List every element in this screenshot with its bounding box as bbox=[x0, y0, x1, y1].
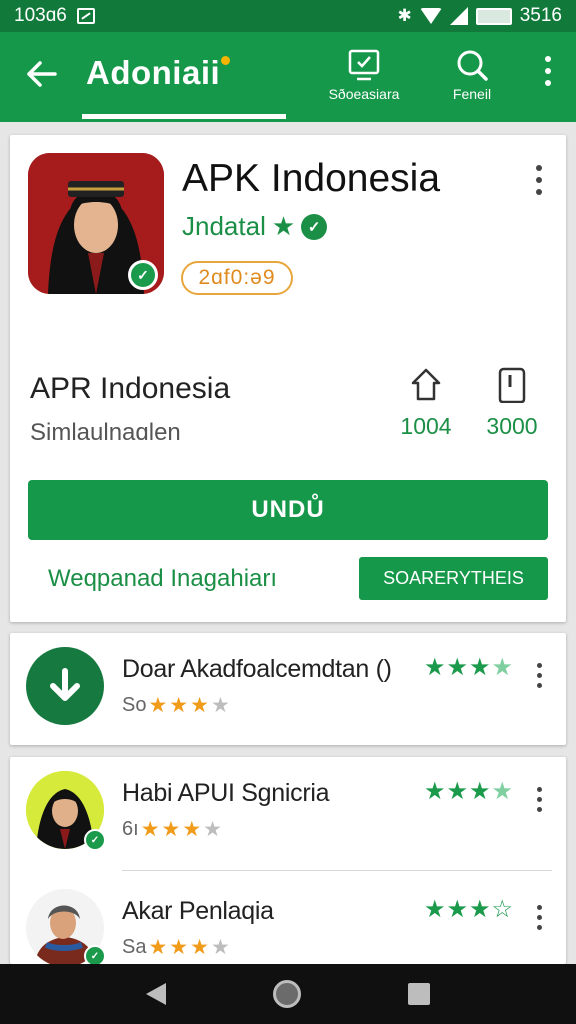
nav-back-icon[interactable] bbox=[145, 983, 166, 1005]
list-item-subtitle: So ★ ★ ★ ★ bbox=[122, 694, 230, 717]
list-item-title: Doar Akadfoalcemdtan () bbox=[122, 655, 392, 683]
star-icon: ★ bbox=[140, 818, 160, 841]
list-item-sub-text: 6ı bbox=[122, 818, 139, 840]
bluetooth-icon: ✱ bbox=[397, 6, 412, 25]
list-item-menu-button[interactable] bbox=[537, 905, 542, 930]
app-bar-title: Adoniaii bbox=[86, 54, 231, 92]
tab-indicator bbox=[82, 114, 286, 119]
list-item-subtitle: 6ı ★ ★ ★ ★ bbox=[122, 818, 222, 841]
secondary-button[interactable]: SOARERYTHEIS bbox=[359, 557, 548, 600]
search-icon bbox=[457, 50, 488, 81]
app-bar-title-text: Adoniaii bbox=[86, 54, 221, 91]
verified-badge-icon: ✓ bbox=[128, 260, 158, 290]
notification-dot bbox=[221, 56, 231, 65]
editors-choice-star-icon: ★ bbox=[271, 211, 296, 241]
status-bar: 103ɑ6 ✱ 3516 bbox=[0, 0, 576, 32]
suggestion-icon bbox=[348, 49, 380, 81]
star-icon: ★ bbox=[424, 654, 446, 681]
verified-developer-icon: ✓ bbox=[301, 213, 328, 240]
developer-row[interactable]: Jndatal ★ ✓ bbox=[182, 211, 328, 242]
install-button[interactable]: UNDŮ bbox=[28, 480, 548, 540]
search-button[interactable]: Feneil bbox=[440, 48, 504, 102]
system-nav-bar bbox=[0, 964, 576, 1024]
app-bar: Adoniaii Sðoeasiara Feneil bbox=[0, 32, 576, 122]
rating-stars: ★ ★ ★ ☆ bbox=[424, 896, 514, 923]
list-item-menu-button[interactable] bbox=[537, 787, 542, 812]
more-vert-icon bbox=[536, 165, 542, 171]
star-icon: ★ bbox=[148, 936, 168, 959]
more-vert-icon bbox=[537, 663, 542, 668]
more-vert-icon bbox=[537, 905, 542, 910]
stat-size: 3000 bbox=[480, 367, 544, 440]
signal-icon bbox=[449, 7, 468, 25]
screenshot-icon bbox=[76, 8, 95, 24]
more-vert-icon bbox=[545, 56, 551, 62]
search-label: Feneil bbox=[452, 86, 492, 102]
verified-badge-icon: ✓ bbox=[84, 945, 106, 964]
rating-stars: ★ ★ ★ ★ bbox=[424, 778, 514, 805]
battery-icon bbox=[475, 7, 512, 25]
nav-recents-icon[interactable] bbox=[408, 983, 431, 1005]
overflow-menu-button[interactable] bbox=[542, 56, 554, 86]
developer-name: Jndatal bbox=[182, 211, 266, 241]
list-item-subtitle: Sa ★ ★ ★ ★ bbox=[122, 936, 230, 959]
rating-pill: 2ɑf0:ə9 bbox=[181, 261, 293, 295]
list-item[interactable]: ✓ Habi APUI Sgnicria 6ı ★ ★ ★ ★ ★ ★ ★ ★ bbox=[10, 757, 566, 862]
wifi-icon bbox=[419, 8, 442, 24]
more-vert-icon bbox=[537, 787, 542, 792]
more-info-link[interactable]: Weqpanad Inagahiarı bbox=[48, 565, 277, 593]
rating-stars: ★ ★ ★ ★ bbox=[424, 654, 514, 681]
app-card-menu-button[interactable] bbox=[536, 165, 542, 195]
suggestion-button[interactable]: Sðoeasiara bbox=[322, 48, 406, 102]
star-icon: ★ bbox=[424, 778, 446, 805]
divider bbox=[122, 870, 552, 871]
verified-badge-icon: ✓ bbox=[84, 829, 106, 851]
download-size-icon bbox=[498, 367, 526, 403]
app-title: APK Indonesia bbox=[182, 157, 441, 200]
stat-size-value: 3000 bbox=[486, 413, 538, 439]
star-icon: ★ bbox=[148, 694, 168, 717]
list-item[interactable]: ✓ Akar Penlaqia Sa ★ ★ ★ ★ ★ ★ ★ ☆ bbox=[10, 875, 566, 964]
list-item-sub-text: Sa bbox=[122, 936, 147, 958]
list-item-title: Habi APUI Sgnicria bbox=[122, 779, 330, 807]
app-icon: ✓ bbox=[28, 153, 164, 294]
stat-rating: 1004 bbox=[394, 367, 458, 440]
status-battery-text: 3516 bbox=[519, 5, 562, 26]
app-category: Simlaulnaɑlen bbox=[30, 419, 181, 446]
app-detail-card: ✓ APK Indonesia Jndatal ★ ✓ 2ɑf0:ə9 APR … bbox=[10, 135, 566, 622]
recommendation-card: ✓ Habi APUI Sgnicria 6ı ★ ★ ★ ★ ★ ★ ★ ★ ✓ Akar… bbox=[10, 757, 566, 964]
app-name: APR Indonesia bbox=[30, 372, 231, 405]
suggestion-label: Sðoeasiara bbox=[328, 86, 400, 102]
star-outline-icon bbox=[411, 368, 441, 401]
list-item-title: Akar Penlaqia bbox=[122, 897, 274, 925]
stat-rating-value: 1004 bbox=[400, 413, 452, 439]
arrow-back-icon bbox=[27, 61, 57, 87]
list-item[interactable]: Doar Akadfoalcemdtan () So ★ ★ ★ ★ ★ ★ ★ ★ bbox=[10, 633, 566, 738]
recommendation-card: Doar Akadfoalcemdtan () So ★ ★ ★ ★ ★ ★ ★ ★ bbox=[10, 633, 566, 745]
back-button[interactable] bbox=[22, 54, 62, 94]
list-item-sub-text: So bbox=[122, 694, 147, 716]
star-icon: ★ bbox=[424, 896, 446, 923]
download-icon bbox=[26, 647, 104, 725]
nav-home-icon[interactable] bbox=[272, 980, 301, 1008]
list-item-menu-button[interactable] bbox=[537, 663, 542, 688]
status-time: 103ɑ6 bbox=[14, 5, 67, 26]
